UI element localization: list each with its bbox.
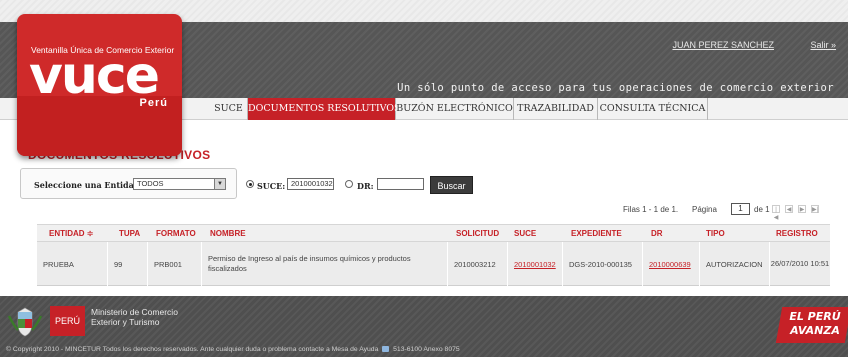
ministry-name: Ministerio de Comercio Exterior y Turism… bbox=[91, 307, 178, 327]
search-button[interactable]: Buscar bbox=[430, 176, 473, 194]
peru-label: PERÚ bbox=[50, 306, 85, 336]
table-header: ENTIDAD ≑ TUPA FORMATO NOMBRE SOLICITUD … bbox=[37, 224, 830, 242]
last-page-icon[interactable]: ▶| bbox=[811, 205, 819, 213]
tagline: Un sólo punto de acceso para tus operaci… bbox=[397, 82, 834, 94]
cell-expediente: DGS-2010-000135 bbox=[562, 242, 642, 286]
dr-label: DR: bbox=[357, 181, 374, 191]
logout-link[interactable]: Salir » bbox=[810, 40, 836, 50]
phone-icon bbox=[382, 346, 390, 353]
col-expediente[interactable]: EXPEDIENTE bbox=[571, 225, 622, 243]
col-nombre[interactable]: NOMBRE bbox=[210, 225, 246, 243]
cell-tipo: AUTORIZACION bbox=[699, 242, 769, 286]
col-registro[interactable]: REGISTRO bbox=[776, 225, 818, 243]
cell-dr-link[interactable]: 2010000639 bbox=[642, 242, 699, 286]
col-tipo[interactable]: TIPO bbox=[706, 225, 725, 243]
vuce-logo[interactable]: Ventanilla Única de Comercio Exterior vu… bbox=[17, 14, 182, 156]
col-formato[interactable]: FORMATO bbox=[156, 225, 196, 243]
page-label: Página bbox=[692, 205, 717, 214]
help-phone: 513-6100 Anexo 8075 bbox=[393, 346, 460, 353]
logo-brand: vuce bbox=[29, 46, 160, 106]
entity-select[interactable]: TODOS bbox=[133, 178, 226, 190]
chevron-down-icon[interactable]: ▼ bbox=[214, 178, 226, 190]
page-of: de 1 bbox=[754, 205, 770, 214]
next-page-icon[interactable]: ▶ bbox=[798, 205, 806, 213]
col-entidad[interactable]: ENTIDAD ≑ bbox=[49, 225, 93, 243]
tab-consulta-tecnica[interactable]: CONSULTA TÉCNICA bbox=[598, 98, 708, 120]
col-dr[interactable]: DR bbox=[651, 225, 663, 243]
dr-input[interactable] bbox=[377, 178, 424, 190]
cell-solicitud: 2010003212 bbox=[447, 242, 507, 286]
rows-info: Filas 1 - 1 de 1. bbox=[623, 205, 679, 214]
logo-country: Perú bbox=[139, 97, 168, 109]
entity-label: Seleccione una Entidad: bbox=[34, 180, 143, 190]
cell-suce-link[interactable]: 2010001032 bbox=[507, 242, 562, 286]
el-peru-avanza-text: EL PERÚ AVANZA bbox=[789, 310, 841, 337]
tab-trazabilidad[interactable]: TRAZABILIDAD bbox=[514, 98, 598, 120]
tab-suce[interactable]: SUCE bbox=[210, 98, 248, 120]
cell-nombre: Permiso de Ingreso al país de insumos qu… bbox=[201, 242, 447, 286]
peru-crest-icon bbox=[7, 307, 43, 337]
col-tupa[interactable]: TUPA bbox=[119, 225, 140, 243]
copyright: © Copyright 2010 - MINCETUR Todos los de… bbox=[6, 346, 460, 353]
table-row[interactable]: PRUEBA 99 PRB001 Permiso de Ingreso al p… bbox=[37, 242, 830, 286]
tab-buzon-electronico[interactable]: BUZÓN ELECTRÓNICO bbox=[396, 98, 514, 120]
cell-registro: 26/07/2010 10:51 bbox=[769, 242, 830, 286]
cell-formato: PRB001 bbox=[147, 242, 201, 286]
prev-page-icon[interactable]: ◀ bbox=[785, 205, 793, 213]
dr-radio[interactable] bbox=[345, 180, 353, 188]
suce-label: SUCE: bbox=[257, 181, 286, 191]
tab-documentos-resolutivos[interactable]: DOCUMENTOS RESOLUTIVOS bbox=[248, 98, 401, 120]
suce-radio[interactable] bbox=[246, 180, 254, 188]
first-page-icon[interactable]: |◀ bbox=[772, 205, 780, 221]
user-name-link[interactable]: JUAN PEREZ SANCHEZ bbox=[672, 40, 774, 50]
copyright-text: © Copyright 2010 - MINCETUR Todos los de… bbox=[6, 346, 379, 353]
col-suce[interactable]: SUCE bbox=[514, 225, 536, 243]
col-solicitud[interactable]: SOLICITUD bbox=[456, 225, 499, 243]
page-input[interactable]: 1 bbox=[731, 203, 750, 215]
cell-entidad: PRUEBA bbox=[43, 259, 74, 269]
cell-tupa: 99 bbox=[107, 242, 147, 286]
suce-input[interactable]: 2010001032 bbox=[287, 178, 334, 190]
